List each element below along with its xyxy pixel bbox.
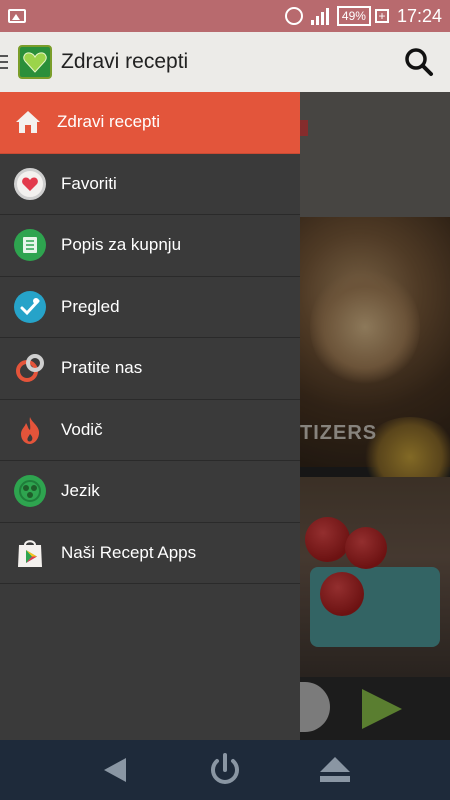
drawer-scrim[interactable] [300, 92, 450, 740]
eject-icon [320, 757, 350, 782]
status-bar: 49% + 17:24 [0, 0, 450, 32]
battery-level: 49% [336, 6, 371, 26]
home-icon [14, 106, 42, 138]
app-title: Zdravi recepti [61, 50, 189, 73]
shopping-list-icon [14, 229, 46, 262]
review-icon [14, 290, 46, 323]
follow-icon [14, 352, 46, 384]
power-icon [211, 753, 239, 784]
drawer-item-label: Pratite nas [61, 358, 143, 378]
drawer-item-popis-za-kupnju[interactable]: Popis za kupnju [0, 215, 300, 277]
drawer-item-label: Naši Recept Apps [61, 542, 197, 562]
drawer-item-label: Popis za kupnju [61, 235, 182, 255]
clock: 17:24 [396, 5, 442, 26]
back-button[interactable] [95, 750, 135, 790]
search-icon [405, 48, 433, 76]
drawer-indicator-icon[interactable] [0, 55, 14, 69]
navigation-drawer: Zdravi recepti Favoriti Popis za kupnju [0, 92, 300, 740]
drawer-item-label: Pregled [61, 296, 120, 316]
system-navigation-bar [0, 740, 450, 800]
charging-icon: + [374, 9, 389, 23]
drawer-item-zdravi-recepti[interactable]: Zdravi recepti [0, 92, 300, 154]
signal-icon [310, 7, 329, 25]
language-icon [14, 475, 46, 508]
drawer-item-favoriti[interactable]: Favoriti [0, 154, 300, 215]
drawer-item-pratite-nas[interactable]: Pratite nas [0, 338, 300, 400]
eject-button[interactable] [315, 750, 355, 790]
heart-logo-icon [23, 52, 47, 73]
battery-indicator: 49% + [336, 6, 389, 26]
alarm-icon [284, 7, 303, 25]
app-bar: Zdravi recepti [0, 32, 450, 92]
drawer-item-label: Vodič [61, 419, 103, 439]
drawer-item-label: Favoriti [61, 173, 117, 193]
drawer-item-vodic[interactable]: Vodič [0, 400, 300, 461]
app-logo[interactable] [18, 45, 52, 79]
image-notification-icon [8, 9, 26, 23]
drawer-item-label: Zdravi recepti [57, 112, 160, 132]
power-button[interactable] [205, 750, 245, 790]
drawer-item-jezik[interactable]: Jezik [0, 461, 300, 523]
drawer-item-label: Jezik [61, 481, 100, 501]
drawer-item-nasi-recept-apps[interactable]: Naši Recept Apps [0, 523, 300, 584]
drawer-item-pregled[interactable]: Pregled [0, 277, 300, 338]
back-icon [104, 758, 126, 782]
search-button[interactable] [402, 45, 436, 79]
recipe-category-list: TIZERS [300, 92, 450, 740]
play-store-icon [14, 537, 46, 569]
flame-icon [14, 414, 46, 446]
heart-icon [14, 167, 46, 200]
